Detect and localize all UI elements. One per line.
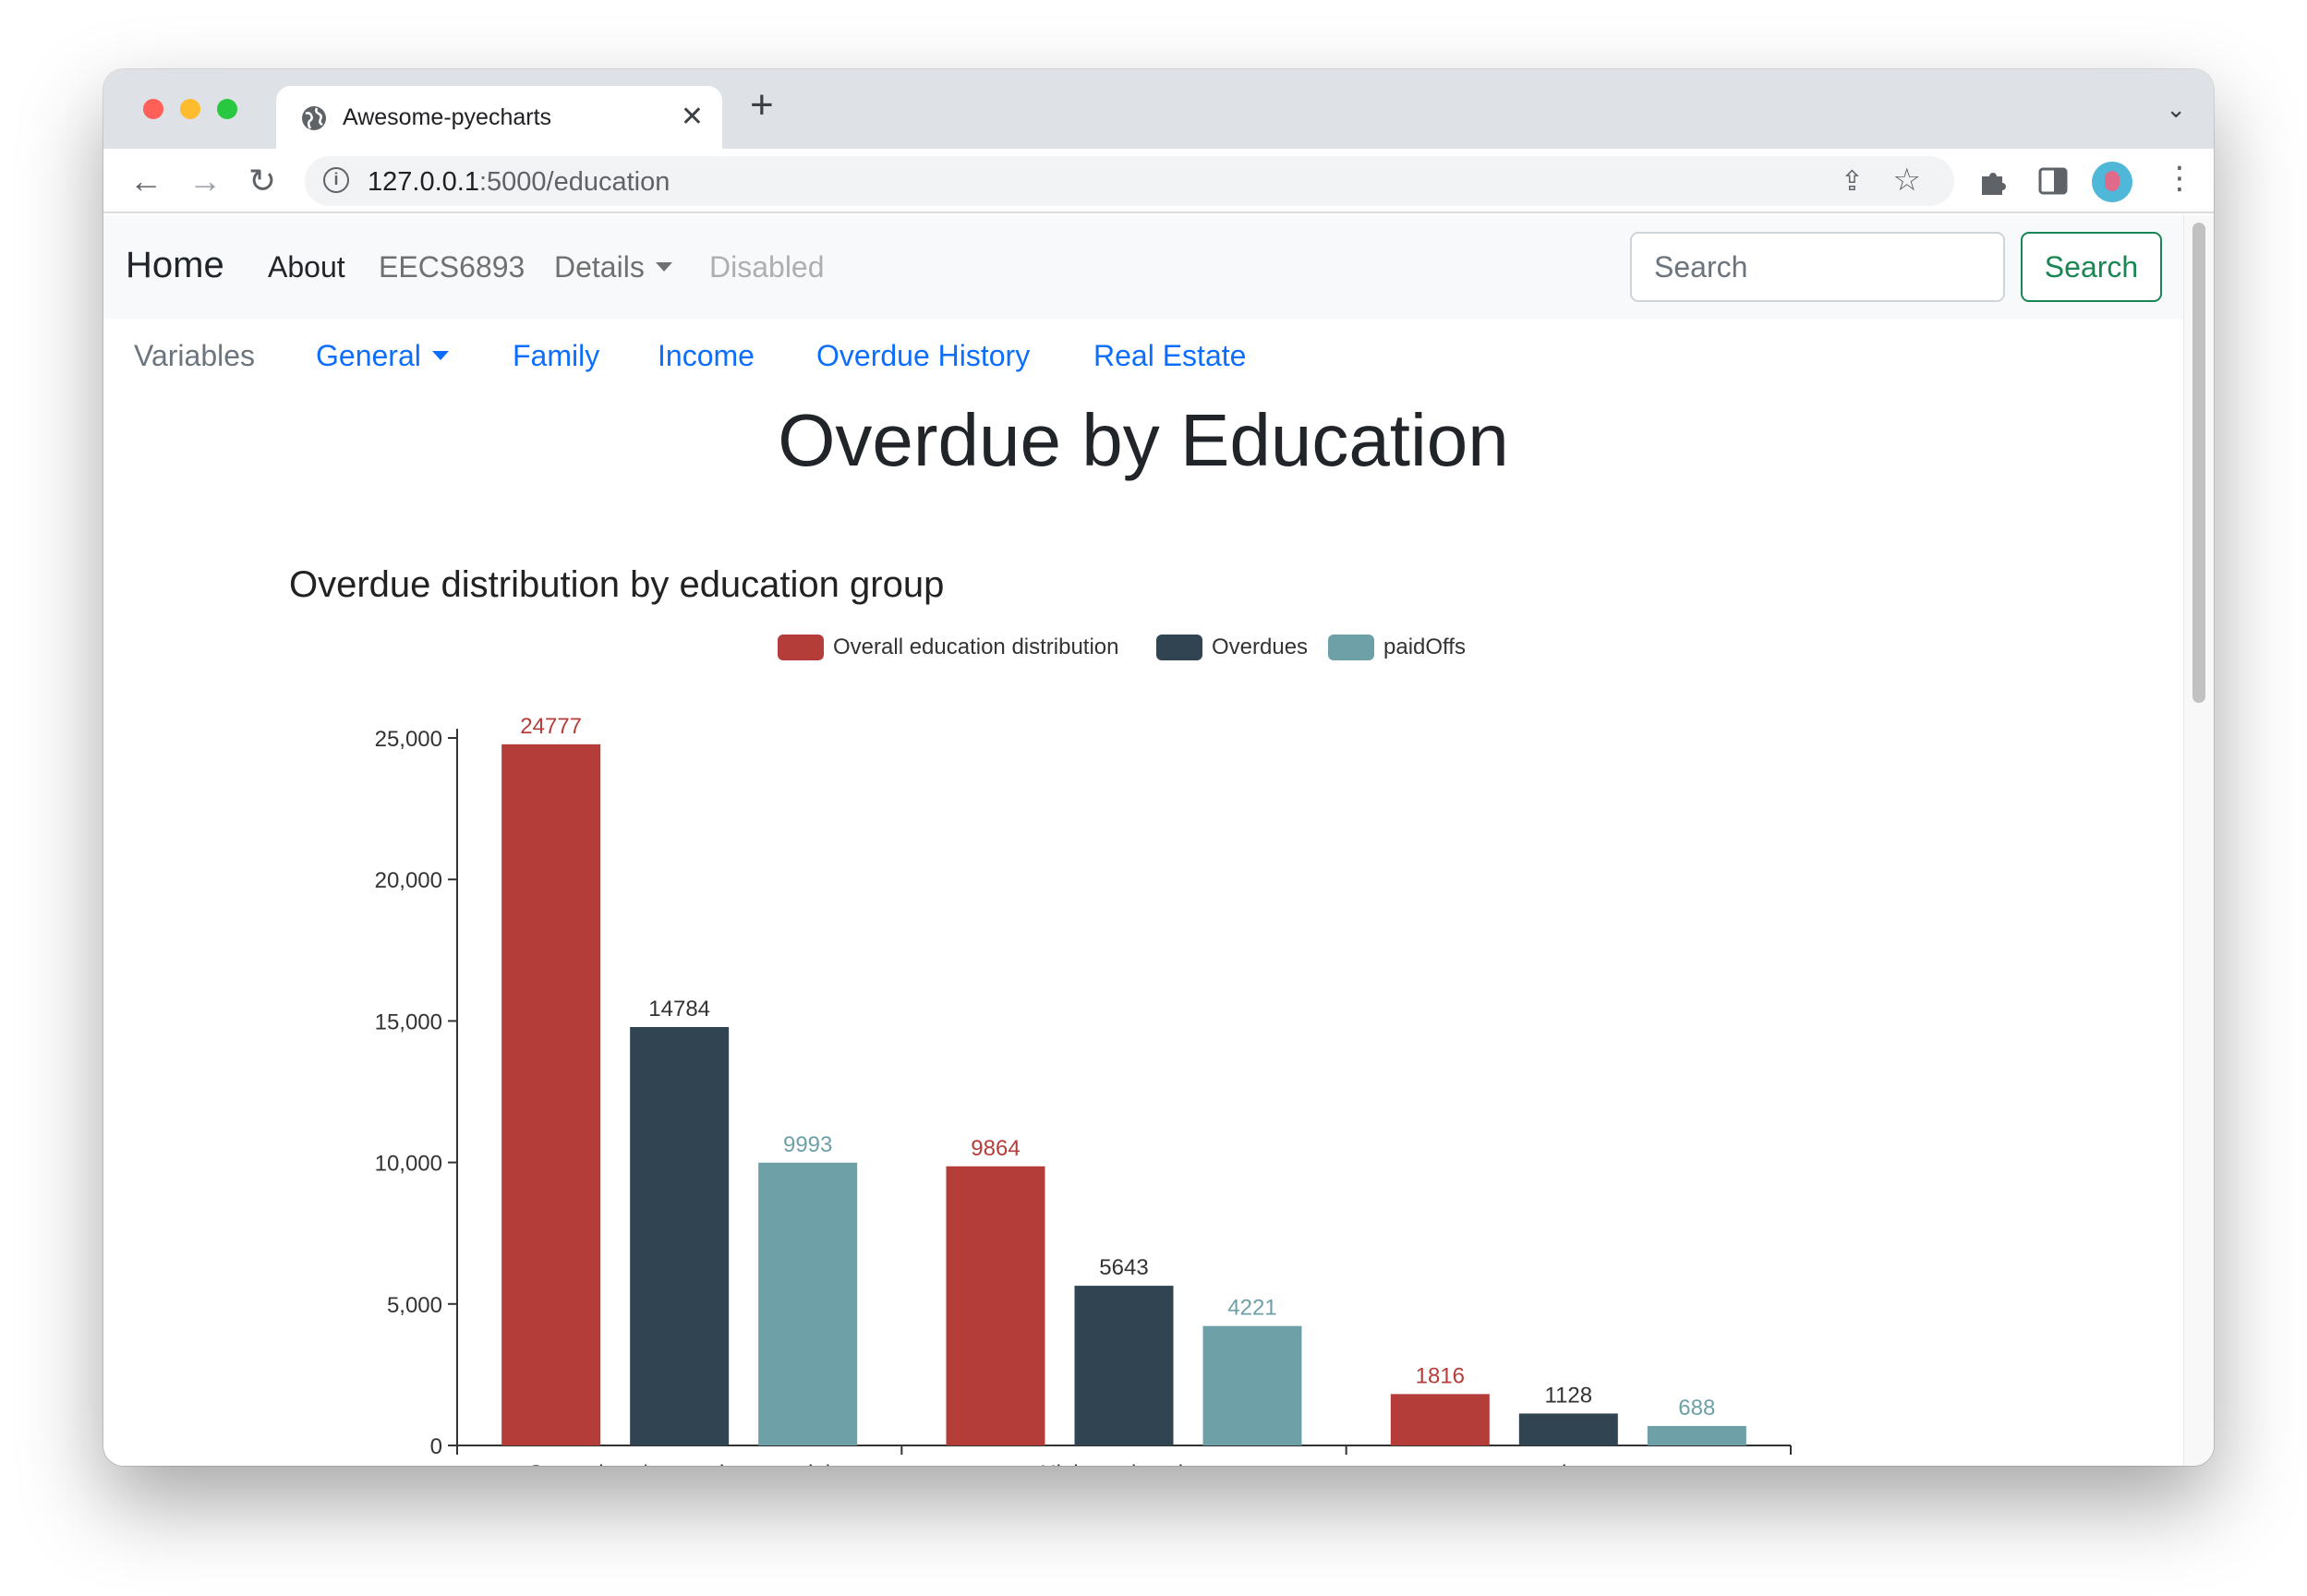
back-arrow-icon[interactable]: ← — [129, 162, 163, 200]
bar — [1074, 1286, 1174, 1445]
address-bar[interactable]: i 127.0.0.1:5000/education ⇪ ☆ — [305, 156, 1954, 206]
new-tab-button[interactable]: + — [750, 82, 774, 128]
scrollbar-thumb[interactable] — [2192, 223, 2205, 703]
extensions-puzzle-icon[interactable] — [1978, 165, 2010, 197]
bar-data-label: 9864 — [971, 1136, 1020, 1161]
close-tab-icon[interactable]: ✕ — [681, 101, 704, 133]
bookmark-star-icon[interactable]: ☆ — [1893, 162, 1921, 199]
tab-title: Awesome-pyecharts — [343, 104, 552, 130]
bar — [1202, 1325, 1302, 1445]
side-panel-icon[interactable] — [2037, 165, 2069, 197]
bar — [1390, 1394, 1490, 1445]
reload-icon[interactable]: ↻ — [248, 162, 276, 200]
y-tick-label: 5,000 — [387, 1293, 442, 1318]
browser-window: Awesome-pyecharts ✕ + ⌄ ← → ↻ i 127.0.0.… — [103, 69, 2214, 1466]
profile-avatar[interactable] — [2092, 162, 2132, 202]
y-tick-label: 0 — [430, 1434, 442, 1459]
browser-toolbar: ← → ↻ i 127.0.0.1:5000/education ⇪ ☆ ⋮ — [103, 149, 2214, 213]
bar — [946, 1166, 1045, 1445]
x-tick-label: Secondary / secondary special — [528, 1461, 830, 1466]
forward-arrow-icon[interactable]: → — [188, 162, 222, 200]
y-tick-label: 20,000 — [375, 868, 442, 893]
y-tick-label: 10,000 — [375, 1152, 442, 1177]
x-tick-label: other — [1543, 1461, 1594, 1466]
bar-data-label: 688 — [1678, 1396, 1715, 1421]
bar-data-label: 5643 — [1099, 1255, 1148, 1280]
bar-data-label: 14784 — [648, 997, 710, 1022]
browser-tab[interactable]: Awesome-pyecharts ✕ — [276, 86, 722, 149]
browser-menu-icon[interactable]: ⋮ — [2164, 160, 2195, 197]
bar — [630, 1027, 730, 1445]
page-scrollbar[interactable] — [2183, 215, 2214, 1466]
tab-strip: Awesome-pyecharts ✕ + ⌄ — [103, 69, 2214, 149]
share-icon[interactable]: ⇪ — [1841, 165, 1864, 198]
bar — [1518, 1413, 1618, 1445]
chart-plot: 0 5,000 10,000 15,000 20,000 25,000 Secondary … — [375, 714, 1792, 1466]
site-info-icon[interactable]: i — [323, 167, 349, 193]
minimize-window-button[interactable] — [180, 99, 200, 119]
bar-data-label: 9993 — [783, 1132, 832, 1157]
bar-data-label: 24777 — [520, 714, 582, 739]
bar-chart: Overdue distribution by education group … — [103, 215, 2183, 1466]
bar-data-label: 4221 — [1227, 1296, 1276, 1321]
url-text[interactable]: 127.0.0.1:5000/education — [368, 167, 670, 198]
tab-search-chevron-icon[interactable]: ⌄ — [2166, 95, 2186, 124]
bar — [758, 1162, 858, 1445]
bar-data-label: 1816 — [1416, 1363, 1465, 1388]
y-tick-label: 25,000 — [375, 727, 442, 752]
x-tick-label: Higher education — [1040, 1461, 1207, 1466]
bar — [501, 744, 601, 1445]
maximize-window-button[interactable] — [217, 99, 237, 119]
globe-icon — [302, 106, 326, 130]
page-content: Home About EECS6893 Details Disabled Sea… — [103, 215, 2183, 1466]
bar — [1647, 1425, 1746, 1445]
bar-data-label: 1128 — [1545, 1383, 1593, 1408]
y-tick-label: 15,000 — [375, 1010, 442, 1034]
close-window-button[interactable] — [143, 99, 163, 119]
